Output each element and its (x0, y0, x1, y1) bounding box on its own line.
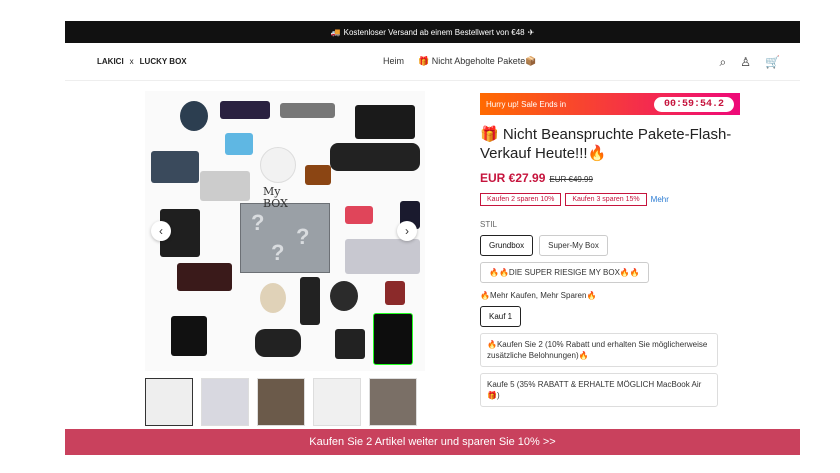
handheld-console-image (220, 101, 270, 119)
drone-white-image (200, 171, 250, 201)
radio-image (305, 165, 331, 185)
discount-tag[interactable]: Kaufen 2 sparen 10% (480, 193, 562, 206)
headphones-image (180, 101, 208, 131)
countdown-clock: 00:59:54.2 (653, 96, 734, 112)
plane-icon: ✈ (527, 27, 535, 37)
header: LAKICI x LUCKY BOX Heim 🎁 Nicht Abgeholt… (65, 43, 800, 81)
thumbnail[interactable] (313, 378, 361, 426)
main-nav: Heim 🎁 Nicht Abgeholte Pakete📦 (383, 56, 537, 67)
drone-image (280, 103, 335, 118)
retro-console-image (345, 239, 420, 274)
nav-unclaimed-packages[interactable]: 🎁 Nicht Abgeholte Pakete📦 (418, 56, 536, 67)
bundle-label: 🔥Mehr Kaufen, Mehr Sparen🔥 (480, 291, 597, 300)
earphones-case-image (335, 329, 365, 359)
brand-sep: x (129, 57, 134, 66)
style-option-super-my-box[interactable]: Super-My Box (539, 235, 608, 256)
headset-image (330, 281, 358, 311)
style-options: Grundbox Super-My Box (480, 235, 740, 256)
account-icon[interactable]: ♙ (740, 55, 751, 70)
bundle-option-kauf-1[interactable]: Kauf 1 (480, 306, 522, 327)
style-option-grundbox[interactable]: Grundbox (480, 235, 534, 256)
truck-icon: 🚚 (330, 27, 341, 37)
brand-right: LUCKY BOX (139, 57, 187, 66)
discount-tag[interactable]: Kaufen 3 sparen 15% (565, 193, 647, 206)
style-options-row-2: 🔥🔥DIE SUPER RIESIGE MY BOX🔥🔥 (480, 262, 740, 283)
soundbar-image (330, 143, 420, 171)
mystery-box-label: My BOX (263, 185, 288, 210)
thumbnail[interactable] (145, 378, 193, 426)
earbuds-image (171, 316, 207, 356)
vr-headset-image (255, 329, 301, 357)
router-image (260, 147, 296, 183)
switch-image (345, 206, 373, 224)
thumbnail[interactable] (257, 378, 305, 426)
more-link[interactable]: Mehr (651, 195, 669, 204)
thumbnail[interactable] (369, 378, 417, 426)
announcement-bar: 🚚 Kostenloser Versand ab einem Bestellwe… (65, 21, 800, 43)
gallery-prev-button[interactable]: ‹ (151, 221, 171, 241)
brand-logo[interactable]: LAKICI x LUCKY BOX (97, 57, 187, 66)
watch-image (260, 283, 286, 313)
bottom-promo-banner[interactable]: Kaufen Sie 2 Artikel weiter und sparen S… (65, 429, 800, 455)
thumbnail-strip (145, 378, 425, 426)
style-label: STIL (480, 220, 497, 229)
bundle-options: Kauf 1 (480, 306, 740, 327)
xbox-image (355, 105, 415, 139)
header-icons: ⌕ ♙ 🛒 (720, 55, 780, 70)
gaming-laptop-image (177, 263, 232, 291)
thumbnail[interactable] (201, 378, 249, 426)
announcement-text: Kostenloser Versand ab einem Bestellwert… (343, 27, 525, 37)
sale-timer-text: Hurry up! Sale Ends in (486, 99, 567, 109)
search-icon[interactable]: ⌕ (720, 55, 727, 70)
mystery-box-image: ? ? ? (240, 203, 330, 273)
price-row: EUR €27.99 EUR €49.99 (480, 171, 740, 185)
compare-price: EUR €49.99 (549, 175, 593, 184)
style-option-super-riesige[interactable]: 🔥🔥DIE SUPER RIESIGE MY BOX🔥🔥 (480, 262, 649, 283)
bundle-offer[interactable]: 🔥Kaufen Sie 2 (10% Rabatt und erhalten S… (480, 333, 718, 367)
sale-timer-bar: Hurry up! Sale Ends in 00:59:54.2 (480, 93, 740, 115)
brand-left: LAKICI (97, 57, 124, 66)
pc-case-image (373, 313, 413, 365)
kids-camera-image (225, 133, 253, 155)
discount-tags: Kaufen 2 sparen 10% Kaufen 3 sparen 15% … (480, 193, 740, 206)
cart-icon[interactable]: 🛒 (765, 55, 780, 70)
bundle-offer[interactable]: Kaufe 5 (35% RABATT & ERHALTE MÖGLICH Ma… (480, 373, 718, 407)
laptop-image (151, 151, 199, 183)
gallery-next-button[interactable]: › (397, 221, 417, 241)
echo-image (300, 277, 320, 325)
product-info: Hurry up! Sale Ends in 00:59:54.2 🎁 Nich… (480, 93, 740, 407)
product-gallery[interactable]: ? ? ? My BOX ‹ › (145, 91, 425, 371)
current-price: EUR €27.99 (480, 171, 546, 185)
product-title: 🎁 Nicht Beanspruchte Pakete-Flash-Verkau… (480, 126, 732, 162)
gameboy-image (385, 281, 405, 305)
nav-home[interactable]: Heim (383, 56, 404, 67)
